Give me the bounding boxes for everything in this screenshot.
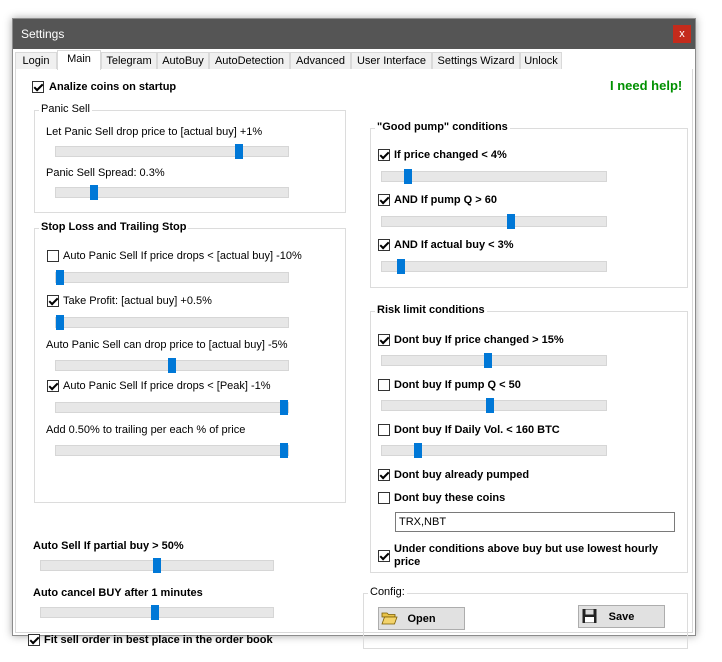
risk-vol-checkbox[interactable]: [378, 424, 390, 436]
risk-pump-slider[interactable]: [381, 398, 607, 413]
risk-pump-checkbox[interactable]: [378, 379, 390, 391]
auto-panic-peak-checkbox[interactable]: [47, 380, 59, 392]
take-profit-slider[interactable]: [55, 315, 289, 330]
open-button[interactable]: Open: [378, 607, 465, 630]
slider-thumb[interactable]: [235, 144, 243, 159]
good-pump-buy-label: AND If actual buy < 3%: [394, 239, 514, 251]
slider-thumb[interactable]: [153, 558, 161, 573]
panic-sell-title: Panic Sell: [39, 103, 92, 115]
fit-sell-checkbox[interactable]: [28, 634, 40, 646]
auto-cancel-label: Auto cancel BUY after 1 minutes: [33, 587, 203, 599]
panic-sell-group: Panic Sell Let Panic Sell drop price to …: [34, 103, 346, 213]
lowest-hourly-label: Under conditions above buy but use lowes…: [394, 543, 659, 568]
take-profit-checkbox[interactable]: [47, 295, 59, 307]
tab-autodetection[interactable]: AutoDetection: [209, 52, 290, 69]
open-button-label: Open: [407, 613, 436, 625]
slider-thumb[interactable]: [280, 443, 288, 458]
risk-limit-group: Risk limit conditions Dont buy If price …: [370, 304, 688, 573]
good-pump-q-checkbox[interactable]: [378, 194, 390, 206]
risk-price-label: Dont buy If price changed > 15%: [394, 334, 564, 346]
slider-thumb[interactable]: [280, 400, 288, 415]
good-pump-price-checkbox[interactable]: [378, 149, 390, 161]
slider-thumb[interactable]: [486, 398, 494, 413]
stop-loss-group: Stop Loss and Trailing Stop Auto Panic S…: [34, 221, 346, 503]
auto-sell-label: Auto Sell If partial buy > 50%: [33, 540, 184, 552]
good-pump-price-slider[interactable]: [381, 169, 607, 184]
tab-strip: Login Main Telegram AutoBuy AutoDetectio…: [15, 50, 693, 70]
auto-panic-label: Auto Panic Sell If price drops < [actual…: [63, 250, 302, 262]
risk-price-slider[interactable]: [381, 353, 607, 368]
these-coins-input[interactable]: TRX,NBT: [395, 512, 675, 532]
tab-login[interactable]: Login: [15, 52, 57, 69]
these-coins-checkbox[interactable]: [378, 492, 390, 504]
title-bar: Settings x: [13, 19, 695, 49]
auto-panic-peak-slider[interactable]: [55, 400, 289, 415]
analize-checkbox[interactable]: [32, 81, 44, 93]
fit-sell-label: Fit sell order in best place in the orde…: [44, 634, 273, 646]
stop-loss-title: Stop Loss and Trailing Stop: [39, 221, 189, 233]
good-pump-buy-slider[interactable]: [381, 259, 607, 274]
tab-telegram[interactable]: Telegram: [101, 52, 157, 69]
slider-thumb[interactable]: [414, 443, 422, 458]
slider-thumb[interactable]: [151, 605, 159, 620]
slider-thumb[interactable]: [56, 270, 64, 285]
good-pump-price-label: If price changed < 4%: [394, 149, 507, 161]
slider-thumb[interactable]: [484, 353, 492, 368]
risk-price-checkbox[interactable]: [378, 334, 390, 346]
good-pump-group: "Good pump" conditions If price changed …: [370, 121, 688, 288]
already-pumped-checkbox[interactable]: [378, 469, 390, 481]
risk-pump-label: Dont buy If pump Q < 50: [394, 379, 521, 391]
good-pump-q-slider[interactable]: [381, 214, 607, 229]
save-button[interactable]: Save: [578, 605, 665, 628]
config-group: Config: Open Save: [363, 586, 688, 649]
auto-sell-slider[interactable]: [40, 558, 274, 573]
slider-thumb[interactable]: [56, 315, 64, 330]
tab-unlock[interactable]: Unlock: [520, 52, 562, 69]
panic-drop-label: Let Panic Sell drop price to [actual buy…: [46, 126, 263, 138]
lowest-hourly-checkbox[interactable]: [378, 550, 390, 562]
panic-spread-label: Panic Sell Spread: 0.3%: [46, 167, 165, 179]
good-pump-buy-checkbox[interactable]: [378, 239, 390, 251]
slider-thumb[interactable]: [404, 169, 412, 184]
tab-user-interface[interactable]: User Interface: [351, 52, 432, 69]
auto-drop-slider[interactable]: [55, 358, 289, 373]
already-pumped-label: Dont buy already pumped: [394, 469, 530, 481]
auto-cancel-slider[interactable]: [40, 605, 274, 620]
slider-thumb[interactable]: [507, 214, 515, 229]
take-profit-label: Take Profit: [actual buy] +0.5%: [63, 295, 212, 307]
risk-vol-slider[interactable]: [381, 443, 607, 458]
panic-spread-slider[interactable]: [55, 185, 289, 200]
panic-drop-slider[interactable]: [55, 144, 289, 159]
main-tab-panel: Analize coins on startup I need help! Pa…: [15, 69, 693, 649]
close-button[interactable]: x: [673, 25, 691, 43]
trailing-label: Add 0.50% to trailing per each % of pric…: [46, 424, 246, 436]
good-pump-q-label: AND If pump Q > 60: [394, 194, 497, 206]
analize-label: Analize coins on startup: [49, 81, 177, 93]
tab-advanced[interactable]: Advanced: [290, 52, 351, 69]
window-title: Settings: [21, 27, 65, 41]
config-title: Config:: [368, 586, 407, 598]
risk-limit-title: Risk limit conditions: [375, 304, 487, 316]
tab-autobuy[interactable]: AutoBuy: [157, 52, 209, 69]
tab-main[interactable]: Main: [57, 50, 101, 70]
settings-window: Settings x Login Main Telegram AutoBuy A…: [12, 18, 696, 649]
help-link[interactable]: I need help!: [610, 78, 682, 93]
tab-settings-wizard[interactable]: Settings Wizard: [432, 52, 520, 69]
auto-panic-slider[interactable]: [55, 270, 289, 285]
auto-panic-checkbox[interactable]: [47, 250, 59, 262]
good-pump-title: "Good pump" conditions: [375, 121, 510, 133]
auto-drop-label: Auto Panic Sell can drop price to [actua…: [46, 339, 288, 351]
trailing-slider[interactable]: [55, 443, 289, 458]
slider-thumb[interactable]: [397, 259, 405, 274]
slider-thumb[interactable]: [168, 358, 176, 373]
save-button-label: Save: [608, 611, 635, 623]
risk-vol-label: Dont buy If Daily Vol. < 160 BTC: [394, 424, 560, 436]
these-coins-label: Dont buy these coins: [394, 492, 506, 504]
slider-thumb[interactable]: [90, 185, 98, 200]
auto-panic-peak-label: Auto Panic Sell If price drops < [Peak] …: [63, 380, 271, 392]
